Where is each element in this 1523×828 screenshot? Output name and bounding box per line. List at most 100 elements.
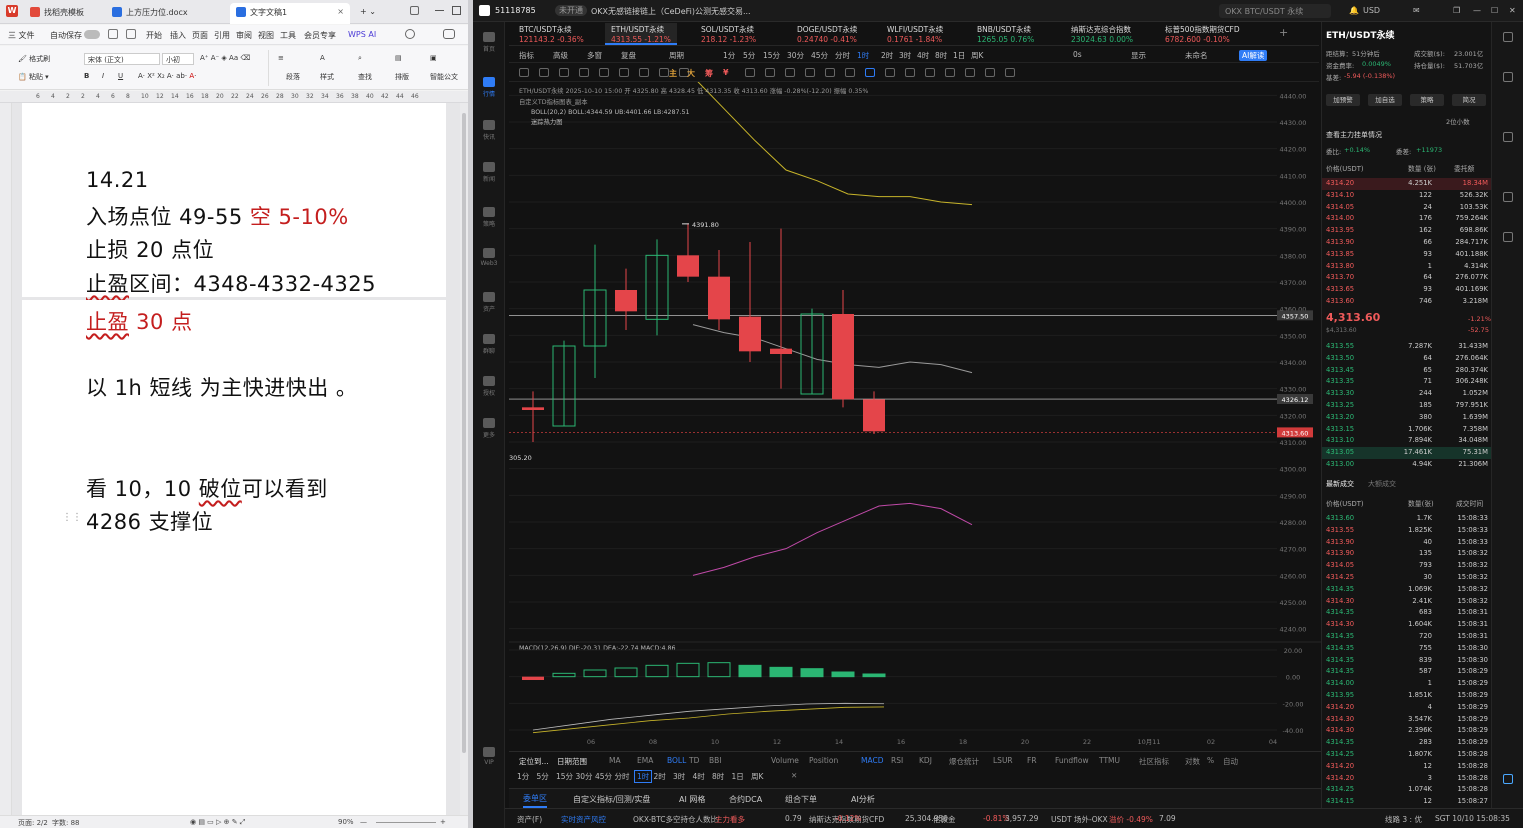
- zoom-out-button[interactable]: —: [360, 818, 367, 826]
- ask-row[interactable]: 4313.95 162 698.86K: [1322, 225, 1492, 237]
- menu-page[interactable]: 页面: [192, 30, 208, 41]
- indicator-tab-7[interactable]: Volume: [771, 756, 799, 765]
- indicator-tab-13[interactable]: LSUR: [993, 756, 1013, 765]
- tab-doc-text1[interactable]: 文字文稿1 ×: [230, 3, 350, 24]
- tab-template[interactable]: 找稻壳模板: [24, 3, 104, 24]
- ask-row[interactable]: 4313.60 746 3.218M: [1322, 296, 1492, 308]
- panel-tab-0[interactable]: 委单区: [523, 793, 547, 808]
- font-grow-icon[interactable]: A⁺ A⁻ ◈ Aa ⌫: [200, 54, 250, 62]
- indicator-tab-17[interactable]: 社区指标: [1139, 756, 1169, 767]
- ticker-tab[interactable]: DOGE/USDT永续 0.24740 -0.41%: [791, 23, 863, 45]
- ask-row[interactable]: 4314.05 24 103.53K: [1322, 202, 1492, 214]
- bid-row[interactable]: 4313.30 244 1.052M: [1322, 388, 1492, 400]
- chart-tool-7[interactable]: 15分: [763, 50, 780, 61]
- bid-row[interactable]: 4313.05 17.461K 75.31M: [1322, 447, 1492, 459]
- indicator-tab-9[interactable]: MACD: [861, 756, 883, 765]
- indicator-tab-2[interactable]: MA: [609, 756, 621, 765]
- status-words[interactable]: 字数: 88: [52, 818, 80, 828]
- layout-icon[interactable]: [1503, 32, 1513, 42]
- bid-row[interactable]: 4313.45 65 280.374K: [1322, 365, 1492, 377]
- status-item-1[interactable]: 实时资产风控: [561, 814, 606, 825]
- mail-icon[interactable]: ✉: [1413, 6, 1420, 15]
- timeframe-7[interactable]: 2时: [654, 771, 666, 782]
- text-effects-icon[interactable]: A· X² X₂ A· ab· A·: [138, 72, 196, 80]
- italic-button[interactable]: I: [102, 72, 104, 80]
- draw-tool-icon[interactable]: [885, 68, 895, 77]
- draw-tool-icon[interactable]: [579, 68, 589, 77]
- account-id[interactable]: 51118785: [495, 6, 536, 15]
- chart-tool-1[interactable]: 高级: [553, 50, 568, 61]
- chart-tool-0[interactable]: 指标: [519, 50, 534, 61]
- panel-tab-1[interactable]: 自定义指标/回测/实盘: [573, 794, 650, 805]
- indicator-tab-19[interactable]: %: [1207, 756, 1214, 765]
- menu-review[interactable]: 审阅: [236, 30, 252, 41]
- indicator-tab-12[interactable]: 爆仓统计: [949, 756, 979, 767]
- autosave-toggle[interactable]: [84, 30, 100, 39]
- font-select[interactable]: 宋体 (正文): [84, 53, 160, 65]
- chart-tool-9[interactable]: 45分: [811, 50, 828, 61]
- ticker-tab[interactable]: WLFI/USDT永续 0.1761 -1.84%: [881, 23, 949, 45]
- chart-tool-13[interactable]: 3时: [899, 50, 911, 61]
- chart-tool-4[interactable]: 周期: [669, 50, 684, 61]
- draw-tag[interactable]: 筹: [705, 68, 713, 79]
- indicator-tab-10[interactable]: RSI: [891, 756, 903, 765]
- chart-tool-2[interactable]: 多窗: [587, 50, 602, 61]
- bid-row[interactable]: 4313.10 7.894K 34.048M: [1322, 435, 1492, 447]
- sidebar-item-10[interactable]: VIP: [473, 747, 505, 766]
- menu-tools[interactable]: 工具: [280, 30, 296, 41]
- ask-row[interactable]: 4314.00 176 759.264K: [1322, 213, 1492, 225]
- minimize-icon[interactable]: —: [1473, 6, 1481, 15]
- indicator-tab-8[interactable]: Position: [809, 756, 838, 765]
- timeframe-5[interactable]: 分时: [615, 771, 630, 782]
- print-icon[interactable]: [126, 29, 136, 39]
- tab-doc-resistance[interactable]: 上方压力位.docx: [106, 3, 226, 24]
- draw-tool-icon[interactable]: [965, 68, 975, 77]
- menu-reference[interactable]: 引用: [214, 30, 230, 41]
- robot-icon[interactable]: [1503, 232, 1513, 242]
- timeframe-3[interactable]: 30分: [576, 771, 593, 782]
- status-item-14[interactable]: 线路 3 : 优: [1385, 814, 1422, 825]
- sidebar-item-9[interactable]: 更多: [473, 418, 505, 439]
- draw-tool-icon[interactable]: [985, 68, 995, 77]
- menu-view[interactable]: 视图: [258, 30, 274, 41]
- timeframe-12[interactable]: 周K: [751, 771, 763, 782]
- search-input[interactable]: OKX BTC/USDT 永续: [1219, 4, 1331, 18]
- book-action-button[interactable]: 加自选: [1368, 94, 1402, 106]
- bid-row[interactable]: 4313.00 4.94K 21.306M: [1322, 459, 1492, 471]
- chart-tool-17[interactable]: 周K: [971, 50, 983, 61]
- format-painter-button[interactable]: 🖌 格式刷: [18, 54, 50, 64]
- main-orders-link[interactable]: 查看主力挂单情况: [1326, 130, 1382, 140]
- style-button[interactable]: 样式: [320, 72, 334, 82]
- ask-row[interactable]: 4313.90 66 284.717K: [1322, 237, 1492, 249]
- draw-tool-icon[interactable]: [905, 68, 915, 77]
- indicator-tab-15[interactable]: Fundflow: [1055, 756, 1089, 765]
- panel-tab-5[interactable]: AI分析: [851, 794, 875, 805]
- minimize-icon[interactable]: [435, 10, 444, 11]
- trade-icon[interactable]: [1503, 192, 1513, 202]
- draw-tag[interactable]: ¥: [723, 68, 729, 77]
- indicator-tab-11[interactable]: KDJ: [919, 756, 932, 765]
- drag-handle-icon[interactable]: ⋮⋮: [62, 512, 82, 523]
- indicator-tab-5[interactable]: TD: [689, 756, 699, 765]
- announcement-text[interactable]: OKX无感链接链上（CeDeFi)公测无感交易...: [591, 6, 751, 17]
- timeframe-6[interactable]: 1时: [634, 770, 653, 783]
- draw-tool-icon[interactable]: [945, 68, 955, 77]
- menu-home[interactable]: 开始: [146, 30, 162, 41]
- ticker-tab[interactable]: BTC/USDT永续 121143.2 -0.36%: [513, 23, 590, 45]
- timeframe-8[interactable]: 3时: [673, 771, 685, 782]
- timeframe-9[interactable]: 4时: [693, 771, 705, 782]
- chart-tool-5[interactable]: 1分: [723, 50, 735, 61]
- chart-tool-11[interactable]: 1时: [857, 50, 869, 61]
- chart-icon[interactable]: [1503, 132, 1513, 142]
- decimals-select[interactable]: 2位小数: [1446, 116, 1470, 126]
- trades-tab[interactable]: 最新成交: [1326, 479, 1354, 489]
- timeframe-0[interactable]: 1分: [517, 771, 529, 782]
- chart-tool-19[interactable]: 显示: [1131, 50, 1146, 61]
- draw-tool-icon[interactable]: [785, 68, 795, 77]
- sidebar-item-3[interactable]: 新闻: [473, 162, 505, 183]
- indicator-tab-4[interactable]: BOLL: [667, 756, 686, 765]
- draw-tool-icon[interactable]: [865, 68, 875, 77]
- ticker-tab[interactable]: 标普500指数期货CFD 6782.600 -0.10%: [1159, 23, 1246, 45]
- book-action-button[interactable]: 加预警: [1326, 94, 1360, 106]
- search-icon[interactable]: [405, 29, 415, 39]
